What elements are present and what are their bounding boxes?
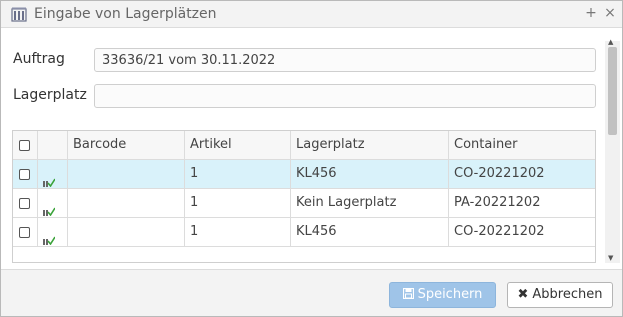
auftrag-field[interactable] (94, 48, 596, 72)
row-select-cell (13, 189, 38, 217)
scrollbar-thumb[interactable] (608, 47, 617, 135)
x-icon: ✖ (517, 287, 529, 302)
save-button[interactable]: Speichern (389, 282, 496, 308)
floppy-disk-icon (402, 283, 414, 307)
row-checkbox[interactable] (19, 227, 30, 238)
select-all-cell (13, 131, 38, 159)
lagerplatz-cell: Kein Lagerplatz (291, 189, 449, 217)
artikel-cell: 1 (185, 218, 291, 246)
row-select-cell (13, 160, 38, 188)
lagerplatz-cell: KL456 (291, 218, 449, 246)
stock-check-icon (43, 199, 56, 217)
vertical-scrollbar[interactable]: ▲ ▼ (605, 38, 620, 263)
row-status-cell (38, 160, 68, 188)
cancel-button-label: Abbrechen (532, 287, 603, 302)
table-row[interactable]: 1 Kein Lagerplatz PA-20221202 (13, 189, 595, 218)
barcode-cell (68, 218, 185, 246)
container-cell: PA-20221202 (454, 195, 541, 210)
row-select-cell (13, 218, 38, 246)
grid-header-row: Barcode Artikel Lagerplatz Container (13, 131, 595, 160)
header-artikel[interactable]: Artikel (185, 131, 291, 159)
artikel-cell: 1 (185, 160, 291, 188)
dialog-body: Auftrag Lagerplatz Barcode Artikel Lager… (1, 29, 622, 269)
header-container[interactable]: Container (449, 131, 595, 159)
cancel-button[interactable]: ✖ Abbrechen (507, 282, 613, 308)
pin-button[interactable]: + (584, 5, 598, 21)
row-checkbox[interactable] (19, 169, 30, 180)
title-bar[interactable]: Eingabe von Lagerplätzen + × (1, 1, 622, 28)
artikel-cell: 1 (185, 189, 291, 217)
lagerplatz-label: Lagerplatz (13, 87, 87, 103)
container-cell: CO-20221202 (454, 166, 545, 181)
table-row[interactable]: 1 KL456 CO-20221202 (13, 218, 595, 247)
scroll-down-arrow-icon[interactable]: ▼ (608, 254, 613, 262)
auftrag-label: Auftrag (13, 51, 65, 67)
table-row[interactable]: 1 KL456 CO-20221202 (13, 160, 595, 189)
barcode-cell (68, 189, 185, 217)
header-icon-column (38, 131, 68, 159)
save-button-label: Speichern (417, 287, 483, 302)
dialog-footer: Speichern ✖ Abbrechen (1, 269, 622, 316)
scroll-up-arrow-icon[interactable]: ▲ (608, 38, 613, 46)
header-barcode[interactable]: Barcode (68, 131, 185, 159)
warehouse-icon (11, 7, 27, 22)
row-status-cell (38, 218, 68, 246)
container-cell: CO-20221202 (454, 224, 545, 239)
close-button[interactable]: × (603, 5, 617, 21)
stock-check-icon (43, 228, 56, 246)
row-checkbox[interactable] (19, 198, 30, 209)
row-status-cell (38, 189, 68, 217)
storage-grid: Barcode Artikel Lagerplatz Container 1 K… (12, 130, 596, 263)
stock-check-icon (43, 170, 56, 188)
lagerplatz-cell: KL456 (291, 160, 449, 188)
lagerplatz-field[interactable] (94, 84, 596, 108)
select-all-checkbox[interactable] (19, 140, 30, 151)
dialog-window: Eingabe von Lagerplätzen + × Auftrag Lag… (0, 0, 623, 317)
header-lagerplatz[interactable]: Lagerplatz (291, 131, 449, 159)
barcode-cell (68, 160, 185, 188)
dialog-title: Eingabe von Lagerplätzen (34, 6, 217, 22)
